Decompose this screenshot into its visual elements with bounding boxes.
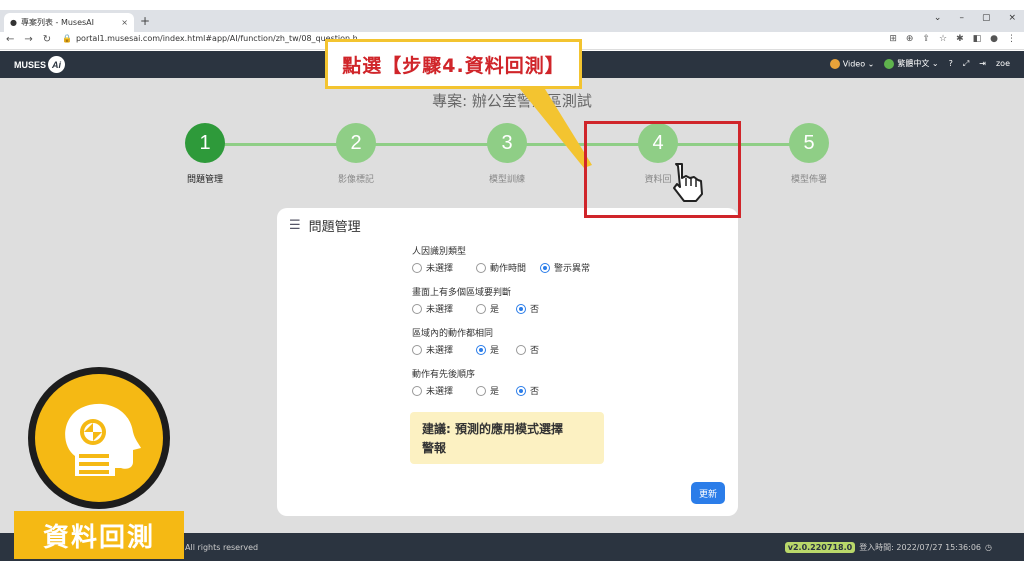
- hand-pointer-icon: [673, 163, 703, 202]
- head-gear-icon: [65, 403, 141, 476]
- screen: ● 專案列表 - MusesAI × + ⌄ – ▢ × ← → ↻ 🔒 por…: [0, 0, 1024, 576]
- badge-inner: [35, 374, 163, 502]
- step-4-highlight: [584, 121, 741, 218]
- instruction-callout: 點選【步驟4.資料回測】: [325, 39, 582, 89]
- badge-label: 資料回測: [14, 511, 184, 559]
- data-test-badge: [28, 367, 170, 509]
- callout-pointer-shape: [520, 89, 592, 168]
